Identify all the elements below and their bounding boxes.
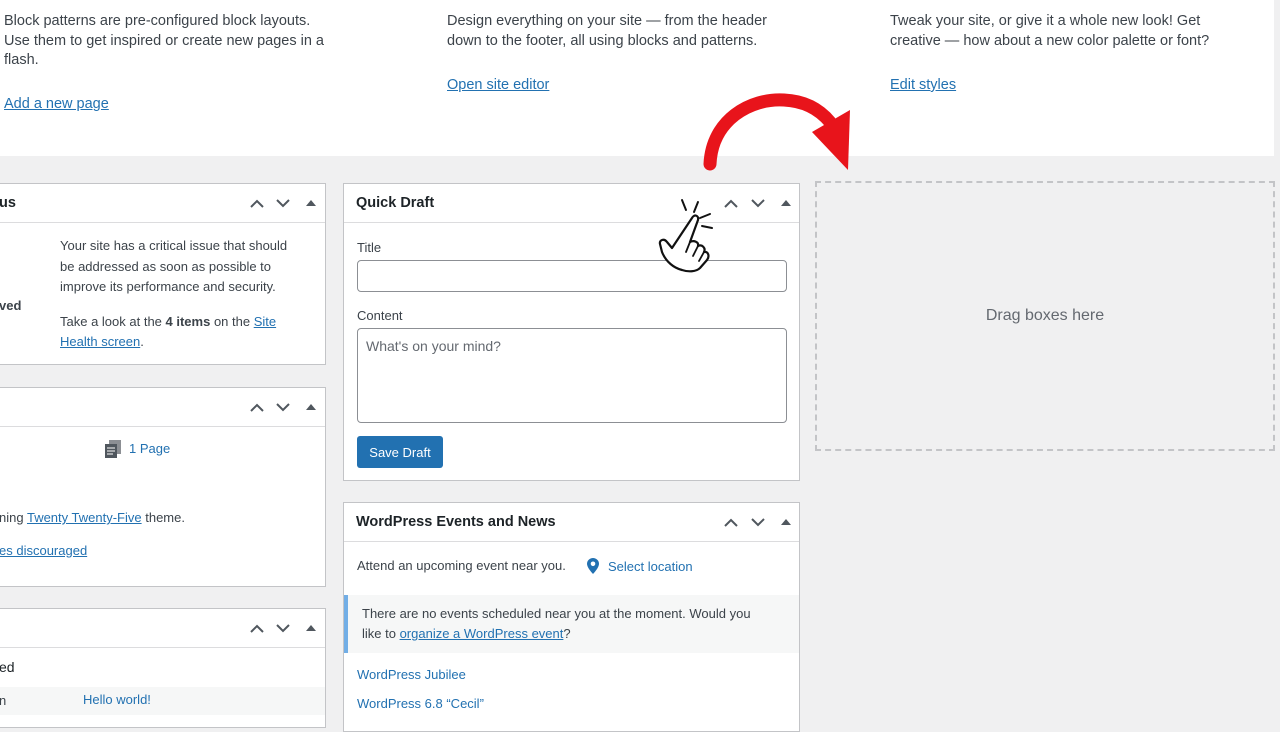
chevron-down-icon [751,517,765,526]
notice-line: like to organize a WordPress event? [362,624,571,645]
chevron-down-icon [276,402,290,411]
period: . [140,334,144,349]
chevron-down-icon [276,198,290,207]
activity-row: n Hello world! [0,687,325,715]
chevron-up-icon [724,518,738,527]
notice-line: There are no events scheduled near you a… [362,606,751,621]
draft-content-textarea[interactable]: What's on your mind? [357,328,787,423]
chevron-up-icon [250,199,264,208]
move-up-button[interactable] [721,511,741,533]
move-up-button[interactable] [721,192,741,214]
theme-line: ning Twenty Twenty-Five theme. [0,508,185,529]
box-title: WordPress Events and News [356,514,556,530]
box-header: Quick Draft [344,184,799,223]
move-up-button[interactable] [247,617,267,639]
location-pin-icon [587,558,599,579]
news-item-link[interactable]: WordPress 6.8 “Cecil” [357,696,484,711]
move-up-button[interactable] [247,396,267,418]
chevron-down-icon [751,198,765,207]
welcome-col-styles: Tweak your site, or give it a whole new … [890,12,1235,93]
box-title: Quick Draft [356,195,435,211]
chevron-down-icon [276,623,290,632]
pages-count-link[interactable]: 1 Page [129,441,170,456]
chevron-up-icon [724,199,738,208]
quick-draft-box: Quick Draft Title Content What's on your… [343,183,800,481]
toggle-panel-button[interactable] [776,511,796,533]
move-down-button[interactable] [748,192,768,214]
caret-up-icon [781,200,791,206]
save-draft-button[interactable]: Save Draft [357,436,443,468]
box-header [0,609,325,648]
caret-up-icon [306,625,316,631]
welcome-col-patterns: Block patterns are pre-configured block … [4,12,339,112]
site-health-box: us ved Your site has a critical issue th… [0,183,326,365]
toggle-panel-button[interactable] [301,396,321,418]
activity-row-fragment: n [0,691,6,712]
health-message-line: Your site has a critical issue that shou… [60,238,288,253]
document-icon [105,440,121,463]
title-label: Title [357,240,382,255]
open-site-editor-link[interactable]: Open site editor [447,76,549,96]
toggle-panel-button[interactable] [301,617,321,639]
add-new-page-link[interactable]: Add a new page [4,95,109,115]
welcome-col-site-editor: Design everything on your site — from th… [447,12,792,93]
health-message-line: improve its performance and security. [60,279,276,294]
running-prefix: ning [0,510,27,525]
health-look-line: Take a look at the 4 items on the Site [60,312,276,333]
caret-up-icon [306,404,316,410]
look-mid: on the [210,314,254,329]
health-message-line: be addressed as soon as possible to [60,259,272,274]
site-health-link[interactable]: Site [254,314,276,329]
welcome-panel: Block patterns are pre-configured block … [0,0,1274,156]
box-header: us [0,184,325,223]
activity-heading-fragment: ed [0,659,15,675]
at-a-glance-box: 1 Page ning Twenty Twenty-Five theme. es… [0,387,326,587]
notice-suffix: ? [563,626,571,641]
move-down-button[interactable] [748,511,768,533]
search-engines-discouraged-link[interactable]: es discouraged [0,541,87,562]
chevron-up-icon [250,403,264,412]
select-location-button[interactable]: Select location [608,559,693,574]
toggle-panel-button[interactable] [301,192,321,214]
move-down-button[interactable] [273,396,293,418]
box-header [0,388,325,427]
box-header: WordPress Events and News [344,503,799,542]
attend-text: Attend an upcoming event near you. [357,558,566,573]
caret-up-icon [781,519,791,525]
site-health-screen-link[interactable]: Health screen [60,334,140,349]
move-up-button[interactable] [247,192,267,214]
content-label: Content [357,308,403,323]
drop-zone-label: Drag boxes here [985,307,1105,324]
edit-styles-link[interactable]: Edit styles [890,76,956,96]
welcome-col-text: Design everything on your site — from th… [447,13,767,49]
drag-boxes-drop-zone[interactable]: Drag boxes here [815,181,1275,451]
activity-box: ed n Hello world! [0,608,326,728]
news-item-link[interactable]: WordPress Jubilee [357,667,466,682]
no-events-notice: There are no events scheduled near you a… [344,595,799,653]
health-link-line: Health screen. [60,332,144,353]
caret-up-icon [306,200,316,206]
toggle-panel-button[interactable] [776,192,796,214]
look-prefix: Take a look at the [60,314,166,329]
move-down-button[interactable] [273,617,293,639]
box-title: us [0,195,16,211]
theme-link[interactable]: Twenty Twenty-Five [27,510,142,525]
move-down-button[interactable] [273,192,293,214]
notice-prefix: like to [362,626,400,641]
hello-world-link[interactable]: Hello world! [83,692,151,707]
welcome-col-text: Tweak your site, or give it a whole new … [890,13,1210,49]
events-news-box: WordPress Events and News Attend an upco… [343,502,800,732]
running-suffix: theme. [141,510,185,525]
draft-title-input[interactable] [357,260,787,292]
items-count: 4 items [165,314,211,329]
health-status-fragment: ved [0,298,22,313]
welcome-col-text: Block patterns are pre-configured block … [4,13,324,68]
chevron-up-icon [250,624,264,633]
organize-event-link[interactable]: organize a WordPress event [400,626,564,641]
